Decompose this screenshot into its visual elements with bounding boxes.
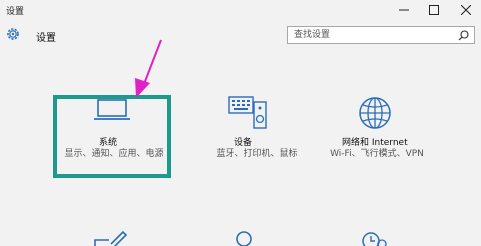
title-bar: 设置 <box>0 0 481 22</box>
page-title: 设置 <box>36 33 56 44</box>
tile-network[interactable]: 网络和 Internet Wi-Fi、飞行模式、VPN <box>322 95 432 175</box>
keyboard-speaker-icon <box>228 96 267 129</box>
globe-icon <box>359 97 391 129</box>
person-icon[interactable] <box>230 229 258 246</box>
maximize-button[interactable] <box>420 0 448 20</box>
minimize-icon <box>399 9 409 11</box>
highlight-frame <box>53 95 171 178</box>
tile-network-desc: Wi-Fi、飞行模式、VPN <box>330 149 424 159</box>
tile-devices[interactable]: 设备 蓝牙、打印机、鼠标 <box>212 95 302 175</box>
close-icon <box>461 5 471 15</box>
window-title: 设置 <box>6 7 25 17</box>
search-icon <box>458 30 469 41</box>
clock-icon[interactable] <box>356 229 388 246</box>
close-button[interactable] <box>452 0 480 20</box>
gear-icon <box>7 28 19 40</box>
tile-devices-name: 设备 <box>234 138 253 148</box>
minimize-button[interactable] <box>390 0 418 20</box>
search-input[interactable] <box>294 28 454 42</box>
pointer-arrow <box>135 39 162 98</box>
pen-tablet-icon[interactable] <box>93 230 127 246</box>
maximize-icon <box>429 5 439 15</box>
tile-network-name: 网络和 Internet <box>342 138 408 148</box>
tile-devices-desc: 蓝牙、打印机、鼠标 <box>216 149 298 159</box>
search-box[interactable] <box>287 26 475 44</box>
